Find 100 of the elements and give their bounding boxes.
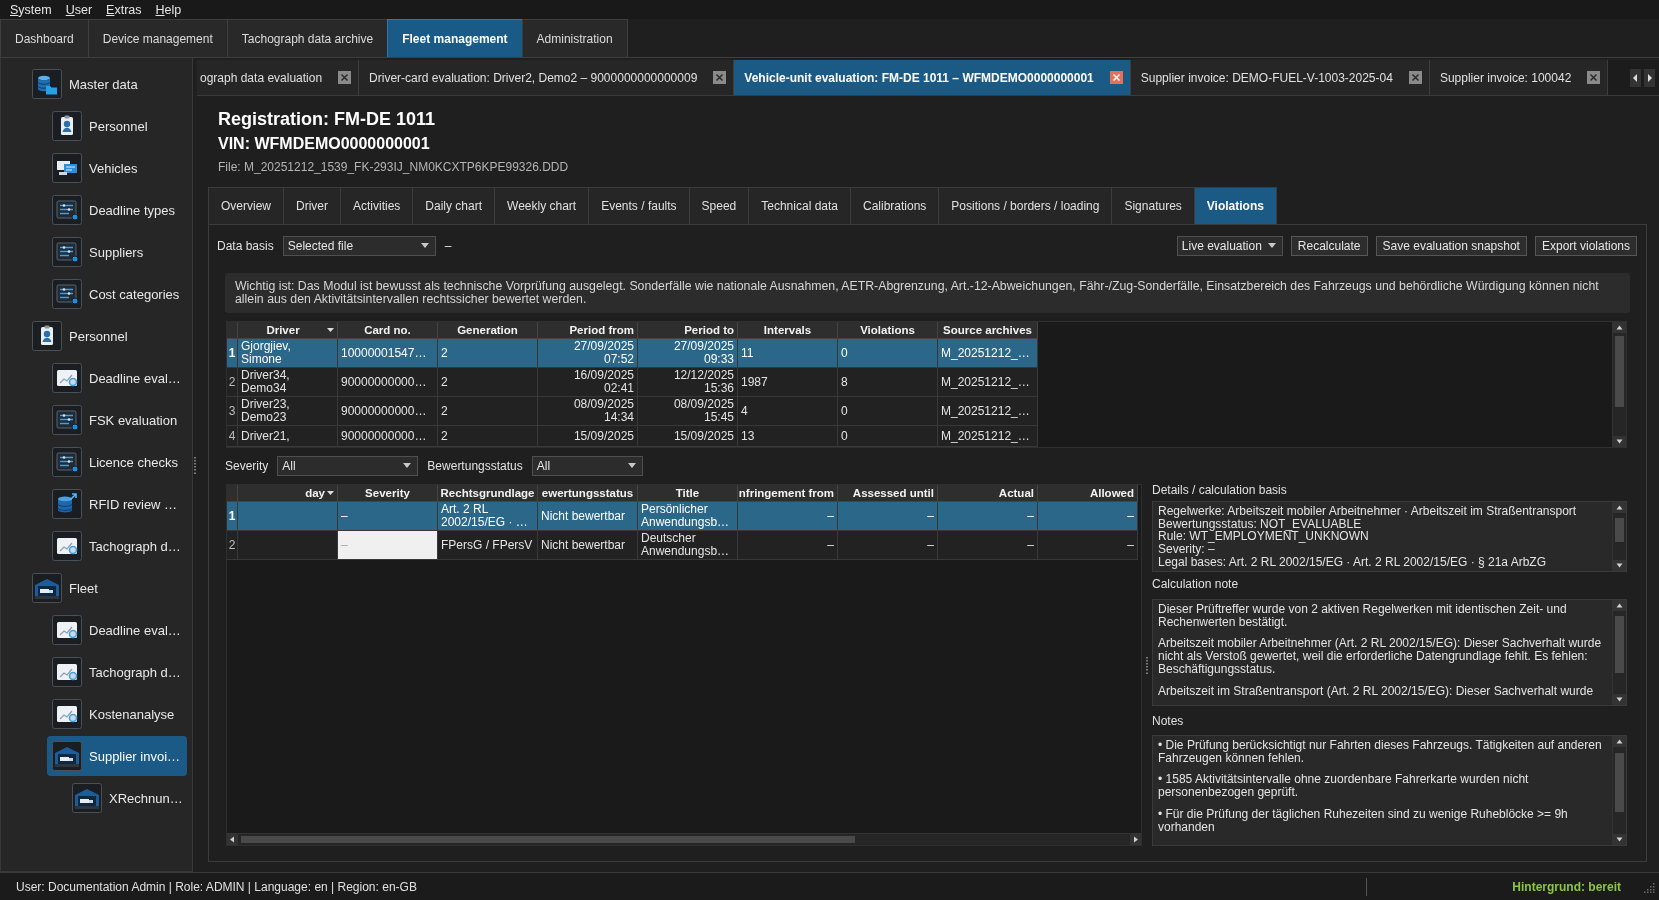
scroll-left-icon[interactable] [227, 834, 238, 845]
menu-item[interactable]: User [65, 2, 93, 17]
view-tab[interactable]: Speed [688, 187, 750, 224]
tree-item[interactable]: Deadline types [47, 190, 187, 230]
view-tab[interactable]: Positions / borders / loading [938, 187, 1113, 224]
toolbar-button[interactable]: Recalculate [1290, 235, 1368, 256]
filter-dropdown[interactable]: All [531, 455, 643, 476]
column-header[interactable]: ewertungsstatus [538, 485, 638, 502]
main-tab[interactable]: Device management [87, 19, 228, 57]
column-header[interactable]: Assessed until [838, 485, 938, 502]
tree-item[interactable]: Master data [27, 64, 187, 104]
tree-item[interactable]: Cost categories [47, 274, 187, 314]
column-header[interactable]: Period to [638, 322, 738, 339]
vertical-scrollbar[interactable] [1612, 322, 1626, 447]
view-tab[interactable]: Driver [283, 187, 341, 224]
tree-item[interactable]: Kostenanalyse [47, 694, 187, 734]
vertical-scrollbar[interactable] [1612, 600, 1626, 705]
scroll-up-icon[interactable] [1613, 736, 1626, 747]
document-tab[interactable]: Supplier invoice: DEMO-FUEL-V-1003-2025-04 [1130, 60, 1430, 95]
main-tab[interactable]: Dashboard [0, 19, 89, 57]
vertical-scrollbar[interactable] [1612, 502, 1626, 571]
view-tab[interactable]: Violations [1193, 187, 1277, 224]
column-header[interactable]: Actual [938, 485, 1038, 502]
tree-item[interactable]: Deadline eval… [47, 610, 187, 650]
document-tab[interactable]: Supplier invoice: 100042 [1429, 60, 1609, 95]
table-row[interactable]: 2 – FPersG / FPersV Nicht bewertbar Deutscher Anwendungsb… – – – – [227, 531, 1138, 560]
scroll-down-icon[interactable] [1613, 436, 1626, 447]
main-tab[interactable]: Fleet management [387, 19, 523, 57]
tree-item[interactable]: Tachograph d… [47, 526, 187, 566]
document-tab[interactable]: Driver-card evaluation: Driver2, Demo2 – 9000000000000009 [359, 60, 735, 95]
scroll-right-icon[interactable] [1644, 68, 1655, 87]
scrollbar-thumb[interactable] [241, 836, 855, 843]
close-icon[interactable] [1587, 71, 1601, 84]
view-tab[interactable]: Calibrations [850, 187, 940, 224]
tree-item[interactable]: Vehicles [47, 148, 187, 188]
horizontal-scrollbar[interactable] [227, 833, 1141, 845]
column-header[interactable]: Violations [838, 322, 938, 339]
tree-item[interactable]: XRechnun… [67, 778, 187, 818]
view-tab[interactable]: Weekly chart [494, 187, 590, 224]
scroll-down-icon[interactable] [1613, 560, 1626, 571]
close-icon[interactable] [1408, 71, 1422, 84]
menu-item[interactable]: Help [155, 2, 182, 17]
column-header[interactable]: Source archives [938, 322, 1038, 339]
close-icon[interactable] [338, 71, 352, 84]
toolbar-button[interactable]: Export violations [1534, 235, 1637, 256]
column-header[interactable]: nfringement from [738, 485, 838, 502]
document-tab[interactable]: ograph data evaluation [197, 60, 360, 95]
view-tab[interactable]: Activities [340, 187, 414, 224]
scroll-down-icon[interactable] [1613, 834, 1626, 845]
scrollbar-thumb[interactable] [1615, 616, 1624, 673]
filter-dropdown[interactable]: All [277, 455, 419, 476]
column-header[interactable]: Driver [238, 322, 338, 339]
view-tab[interactable]: Signatures [1111, 187, 1195, 224]
menu-item[interactable]: System [10, 2, 52, 17]
scroll-up-icon[interactable] [1613, 600, 1626, 611]
vertical-scrollbar[interactable] [1612, 736, 1626, 845]
calculation-note-textarea[interactable] [1152, 599, 1627, 706]
table-row[interactable]: 1 – Art. 2 RL 2002/15/EG · … Nicht bewertbar Persönlicher Anwendungsb… – – – – [227, 502, 1138, 531]
scrollbar-thumb[interactable] [1615, 336, 1624, 407]
column-header[interactable]: Severity [338, 485, 438, 502]
column-header[interactable]: Rechtsgrundlage [438, 485, 538, 502]
toolbar-button[interactable]: Save evaluation snapshot [1375, 235, 1527, 256]
tree-item[interactable]: Supplier invoi… [47, 736, 187, 776]
close-icon[interactable] [1109, 71, 1123, 84]
close-icon[interactable] [713, 71, 727, 84]
notes-textarea[interactable] [1152, 735, 1627, 846]
tree-item[interactable]: Suppliers [47, 232, 187, 272]
tree-item[interactable]: FSK evaluation [47, 400, 187, 440]
tree-item[interactable]: Licence checks [47, 442, 187, 482]
tree-item[interactable]: RFID review … [47, 484, 187, 524]
scrollbar-thumb[interactable] [1615, 753, 1624, 812]
view-tab[interactable]: Overview [208, 187, 284, 224]
document-tab[interactable]: Vehicle-unit evaluation: FM-DE 1011 – WFMDEMO0000000001 [734, 60, 1131, 95]
tree-item[interactable]: Personnel [47, 106, 187, 146]
tree-item[interactable]: Deadline eval… [47, 358, 187, 398]
data-basis-dropdown[interactable]: Selected file [282, 235, 436, 256]
column-header[interactable]: Intervals [738, 322, 838, 339]
tree-item[interactable]: Personnel [27, 316, 187, 356]
resize-grip-icon[interactable] [1643, 880, 1655, 893]
scrollbar-thumb[interactable] [1615, 518, 1624, 542]
scroll-down-icon[interactable] [1613, 694, 1626, 705]
column-header[interactable]: Allowed [1038, 485, 1138, 502]
view-tab[interactable]: Events / faults [588, 187, 690, 224]
main-tab[interactable]: Administration [521, 19, 628, 57]
details-textarea[interactable] [1152, 501, 1627, 572]
scroll-right-icon[interactable] [1130, 834, 1141, 845]
scroll-up-icon[interactable] [1613, 322, 1626, 333]
evaluation-mode-dropdown[interactable]: Live evaluation [1176, 235, 1283, 256]
view-tab[interactable]: Technical data [748, 187, 851, 224]
view-tab[interactable]: Daily chart [412, 187, 496, 224]
menu-item[interactable]: Extras [106, 2, 142, 17]
tree-item[interactable]: Tachograph d… [47, 652, 187, 692]
scroll-up-icon[interactable] [1613, 502, 1626, 513]
main-tab[interactable]: Tachograph data archive [226, 19, 389, 57]
column-header[interactable]: day [238, 485, 338, 502]
column-header[interactable]: Generation [438, 322, 538, 339]
scroll-left-icon[interactable] [1630, 68, 1641, 87]
tree-item[interactable]: Fleet [27, 568, 187, 608]
column-header[interactable]: Title [638, 485, 738, 502]
table-row[interactable]: 4 Driver21, 90000000000… 2 15/09/2025 15/09/2025 13 0 M_20251212_… [227, 426, 1038, 447]
